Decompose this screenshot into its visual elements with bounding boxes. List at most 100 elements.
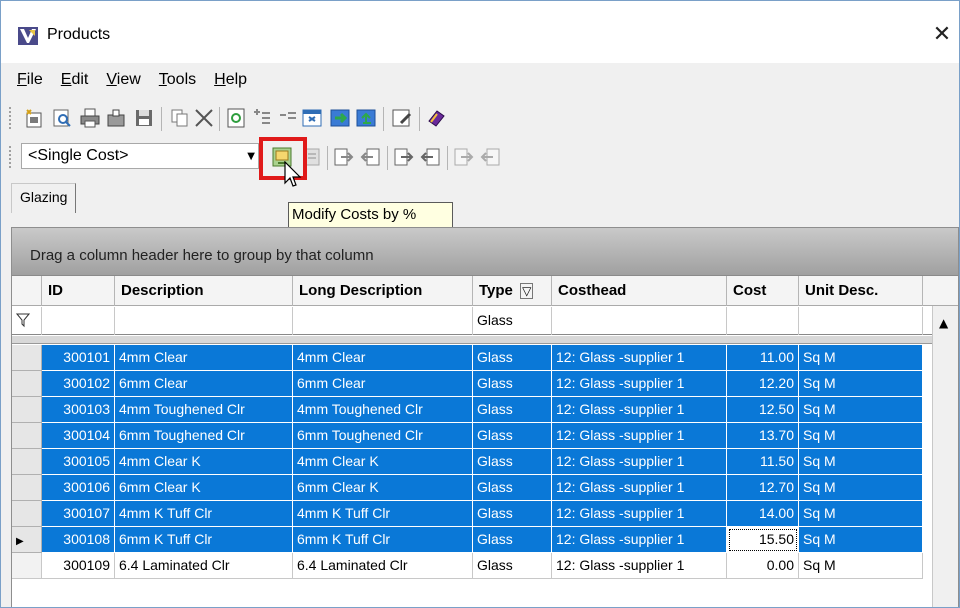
column-header-type[interactable]: Type ▽ xyxy=(473,276,552,306)
cell-cost[interactable]: 13.70 xyxy=(727,423,799,449)
save-icon[interactable] xyxy=(133,107,155,129)
row-indicator[interactable] xyxy=(12,501,42,527)
cell-type[interactable]: Glass xyxy=(473,475,552,501)
new-record-icon[interactable] xyxy=(23,107,45,129)
copy-right-icon[interactable] xyxy=(393,146,415,168)
help-book-icon[interactable] xyxy=(425,107,447,129)
cell-costhead[interactable]: 12: Glass -supplier 1 xyxy=(552,475,727,501)
cell-long-description[interactable]: 4mm Toughened Clr xyxy=(293,397,473,423)
cell-cost[interactable]: 15.50 xyxy=(727,527,799,553)
cell-long-description[interactable]: 4mm Clear K xyxy=(293,449,473,475)
print-preview-icon[interactable] xyxy=(51,107,73,129)
cell-cost[interactable]: 12.70 xyxy=(727,475,799,501)
cell-long-description[interactable]: 6.4 Laminated Clr xyxy=(293,553,473,579)
export-data-icon[interactable] xyxy=(355,107,377,129)
row-indicator[interactable] xyxy=(12,397,42,423)
chevron-down-icon[interactable]: ▼ xyxy=(247,151,255,162)
cell-unit-desc[interactable]: Sq M xyxy=(799,449,923,475)
column-header-costhead[interactable]: Costhead xyxy=(552,276,727,306)
cell-costhead[interactable]: 12: Glass -supplier 1 xyxy=(552,527,727,553)
move-left-icon[interactable] xyxy=(359,146,381,168)
table-row[interactable]: ▶ 300108 6mm K Tuff Clr 6mm K Tuff Clr Glass… xyxy=(12,527,932,553)
group-by-panel[interactable]: Drag a column header here to group by th… xyxy=(12,228,958,276)
transfer-right-icon[interactable] xyxy=(453,146,475,168)
copy-left-icon[interactable] xyxy=(419,146,441,168)
scroll-up-icon[interactable]: ▲ xyxy=(939,316,948,330)
cell-long-description[interactable]: 6mm Clear xyxy=(293,371,473,397)
cell-description[interactable]: 6mm Clear K xyxy=(115,475,293,501)
table-row[interactable]: 300106 6mm Clear K 6mm Clear K Glass 12: Gla… xyxy=(12,475,932,501)
tab-glazing[interactable]: Glazing xyxy=(11,183,77,213)
add-row-icon[interactable] xyxy=(251,107,273,129)
cell-costhead[interactable]: 12: Glass -supplier 1 xyxy=(552,423,727,449)
filter-cost[interactable] xyxy=(727,307,799,335)
cell-id[interactable]: 300101 xyxy=(42,345,115,371)
cell-unit-desc[interactable]: Sq M xyxy=(799,475,923,501)
column-header-cost[interactable]: Cost xyxy=(727,276,799,306)
cell-long-description[interactable]: 4mm Clear xyxy=(293,345,473,371)
column-header-description[interactable]: Description xyxy=(115,276,293,306)
row-indicator[interactable] xyxy=(12,449,42,475)
cell-costhead[interactable]: 12: Glass -supplier 1 xyxy=(552,501,727,527)
import-icon[interactable] xyxy=(329,107,351,129)
cell-type[interactable]: Glass xyxy=(473,345,552,371)
cell-id[interactable]: 300102 xyxy=(42,371,115,397)
export-icon[interactable] xyxy=(105,107,127,129)
cell-id[interactable]: 300103 xyxy=(42,397,115,423)
cell-unit-desc[interactable]: Sq M xyxy=(799,527,923,553)
table-row[interactable]: 300103 4mm Toughened Clr 4mm Toughened Clr… xyxy=(12,397,932,423)
menu-item-1[interactable]: Edit xyxy=(55,71,101,89)
cell-id[interactable]: 300109 xyxy=(42,553,115,579)
cell-id[interactable]: 300108 xyxy=(42,527,115,553)
cell-type[interactable]: Glass xyxy=(473,501,552,527)
cell-cost[interactable]: 11.50 xyxy=(727,449,799,475)
print-icon[interactable] xyxy=(79,107,101,129)
cell-type[interactable]: Glass xyxy=(473,397,552,423)
cell-type[interactable]: Glass xyxy=(473,371,552,397)
cell-unit-desc[interactable]: Sq M xyxy=(799,345,923,371)
cell-description[interactable]: 6mm Toughened Clr xyxy=(115,423,293,449)
cell-id[interactable]: 300104 xyxy=(42,423,115,449)
cell-type[interactable]: Glass xyxy=(473,527,552,553)
filter-icon[interactable]: ▽ xyxy=(520,283,534,299)
remove-row-icon[interactable] xyxy=(277,107,299,129)
cell-type[interactable]: Glass xyxy=(473,449,552,475)
row-indicator[interactable]: ▶ xyxy=(12,527,42,553)
cell-unit-desc[interactable]: Sq M xyxy=(799,397,923,423)
move-right-icon[interactable] xyxy=(333,146,355,168)
menu-item-0[interactable]: File xyxy=(11,71,55,89)
column-header-id[interactable]: ID xyxy=(42,276,115,306)
menu-item-4[interactable]: Help xyxy=(208,71,259,89)
table-row[interactable]: 300102 6mm Clear 6mm Clear Glass 12: Glass -… xyxy=(12,371,932,397)
vertical-scrollbar[interactable]: ▲ xyxy=(932,306,958,607)
filter-long-description[interactable] xyxy=(293,307,473,335)
row-indicator[interactable] xyxy=(12,553,42,579)
cell-long-description[interactable]: 4mm K Tuff Clr xyxy=(293,501,473,527)
cell-long-description[interactable]: 6mm Toughened Clr xyxy=(293,423,473,449)
menu-item-3[interactable]: Tools xyxy=(153,71,208,89)
cell-costhead[interactable]: 12: Glass -supplier 1 xyxy=(552,397,727,423)
filter-description[interactable] xyxy=(115,307,293,335)
row-indicator[interactable] xyxy=(12,475,42,501)
cell-unit-desc[interactable]: Sq M xyxy=(799,371,923,397)
toolbar-grip[interactable] xyxy=(9,107,12,129)
cell-costhead[interactable]: 12: Glass -supplier 1 xyxy=(552,553,727,579)
cell-costhead[interactable]: 12: Glass -supplier 1 xyxy=(552,345,727,371)
table-row[interactable]: 300104 6mm Toughened Clr 6mm Toughened Clr… xyxy=(12,423,932,449)
menu-item-2[interactable]: View xyxy=(100,71,152,89)
cell-cost[interactable]: 12.50 xyxy=(727,397,799,423)
cell-id[interactable]: 300105 xyxy=(42,449,115,475)
cost-type-select[interactable]: <Single Cost> ▼ xyxy=(21,143,259,169)
close-button[interactable]: ✕ xyxy=(925,21,959,51)
cell-description[interactable]: 6.4 Laminated Clr xyxy=(115,553,293,579)
cell-cost[interactable]: 14.00 xyxy=(727,501,799,527)
cell-description[interactable]: 4mm Clear K xyxy=(115,449,293,475)
cell-description[interactable]: 6mm Clear xyxy=(115,371,293,397)
cell-id[interactable]: 300106 xyxy=(42,475,115,501)
table-row[interactable]: 300101 4mm Clear 4mm Clear Glass 12: Glass -… xyxy=(12,345,932,371)
cell-type[interactable]: Glass xyxy=(473,423,552,449)
cell-type[interactable]: Glass xyxy=(473,553,552,579)
filter-costhead[interactable] xyxy=(552,307,727,335)
cell-unit-desc[interactable]: Sq M xyxy=(799,501,923,527)
cell-description[interactable]: 6mm K Tuff Clr xyxy=(115,527,293,553)
